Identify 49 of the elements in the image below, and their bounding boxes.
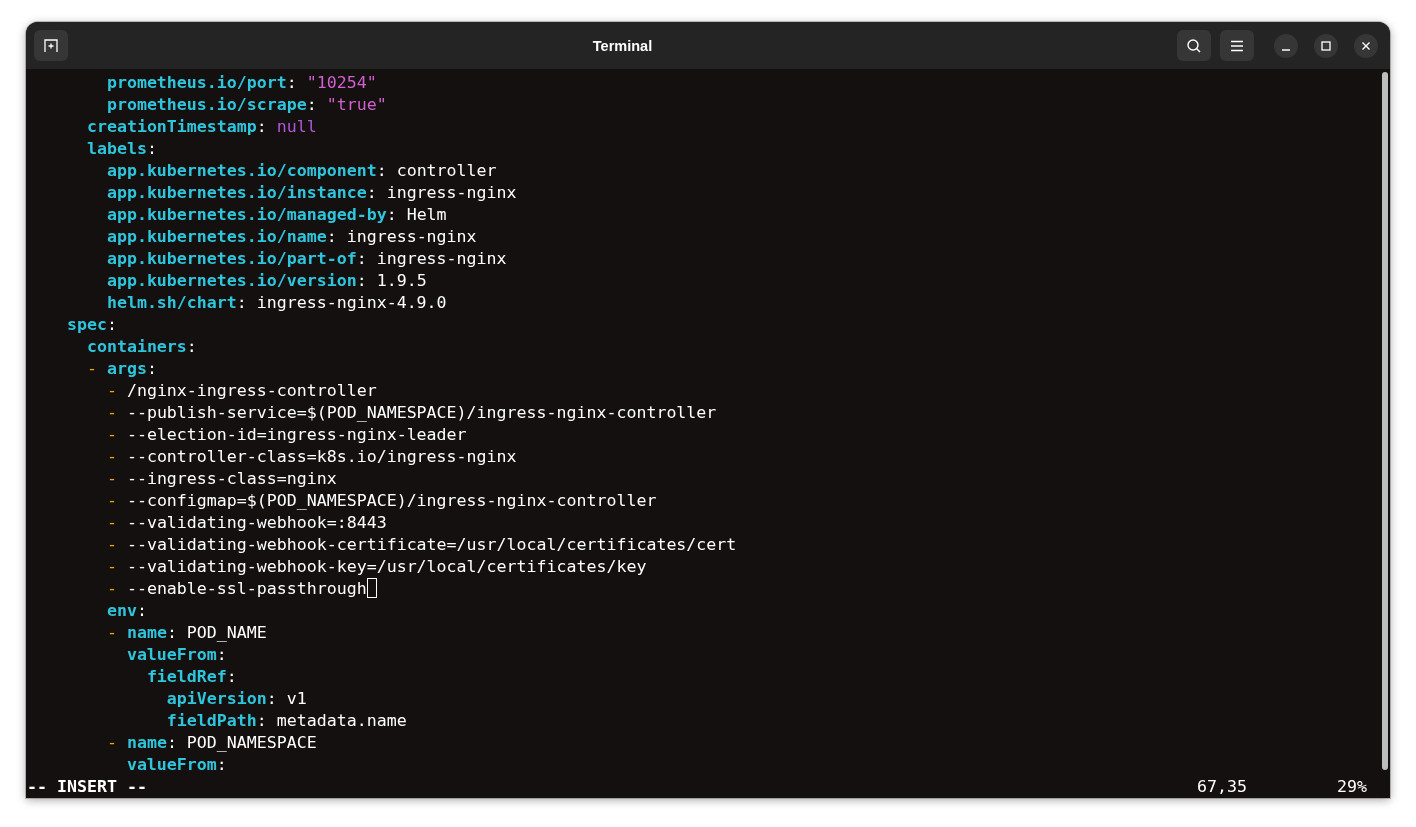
code-line: - --validating-webhook-key=/usr/local/certificates/key — [106, 556, 647, 576]
code-line: valueFrom: — [126, 754, 227, 774]
code-line: app.kubernetes.io/part-of: ingress-nginx — [106, 248, 507, 268]
code-line: - --validating-webhook-certificate=/usr/local/certificates/cert — [106, 534, 737, 554]
code-line: - --election-id=ingress-nginx-leader — [106, 424, 467, 444]
cursor-position: 67,35 — [1197, 776, 1247, 796]
minimize-icon — [1281, 48, 1291, 51]
code-line: app.kubernetes.io/component: controller — [106, 160, 497, 180]
code-line: - --configmap=$(POD_NAMESPACE)/ingress-nginx-controller — [106, 490, 657, 510]
code-line: apiVersion: v1 — [166, 688, 307, 708]
code-line: - --controller-class=k8s.io/ingress-nginx — [106, 446, 517, 466]
code-line: app.kubernetes.io/instance: ingress-nginx — [106, 182, 517, 202]
search-icon — [1186, 37, 1202, 54]
scroll-percent: 29% — [1337, 776, 1367, 796]
code-line: - args: — [86, 358, 157, 378]
new-tab-button[interactable] — [34, 30, 68, 61]
code-line: app.kubernetes.io/version: 1.9.5 — [106, 270, 427, 290]
code-line: valueFrom: — [126, 644, 227, 664]
code-line: fieldPath: metadata.name — [166, 710, 407, 730]
code-line: creationTimestamp: null — [86, 116, 317, 136]
code-line: env: — [106, 600, 147, 620]
code-line: prometheus.io/port: "10254" — [106, 72, 377, 92]
window-title: Terminal — [591, 37, 654, 54]
code-line: - name: POD_NAME — [106, 622, 267, 642]
code-line: helm.sh/chart: ingress-nginx-4.9.0 — [106, 292, 447, 312]
code-line: prometheus.io/scrape: "true" — [106, 94, 387, 114]
code-line: containers: — [86, 336, 197, 356]
code-line: fieldRef: — [146, 666, 237, 686]
code-line: - --validating-webhook=:8443 — [106, 512, 387, 532]
scrollbar-thumb[interactable] — [1382, 72, 1388, 770]
maximize-button[interactable] — [1314, 33, 1338, 58]
code-line: - --publish-service=$(POD_NAMESPACE)/ingress-nginx-controller — [106, 402, 717, 422]
minimize-button[interactable] — [1274, 33, 1298, 58]
code-line: - --enable-ssl-passthrough — [106, 578, 367, 598]
maximize-icon — [1321, 40, 1331, 51]
code-line: app.kubernetes.io/name: ingress-nginx — [106, 226, 477, 246]
close-button[interactable] — [1354, 33, 1378, 58]
menu-button[interactable] — [1220, 30, 1254, 61]
code-line: - name: POD_NAMESPACE — [106, 732, 317, 752]
menu-icon — [1230, 39, 1244, 52]
code-line: app.kubernetes.io/managed-by: Helm — [106, 204, 447, 224]
search-button[interactable] — [1177, 30, 1211, 61]
code-line: - --ingress-class=nginx — [106, 468, 337, 488]
new-tab-icon — [43, 37, 59, 54]
editor-mode: -- INSERT -- — [27, 776, 148, 796]
code-line: labels: — [86, 138, 157, 158]
code-line: - /nginx-ingress-controller — [106, 380, 377, 400]
close-icon — [1361, 40, 1371, 51]
code-line: spec: — [66, 314, 117, 334]
